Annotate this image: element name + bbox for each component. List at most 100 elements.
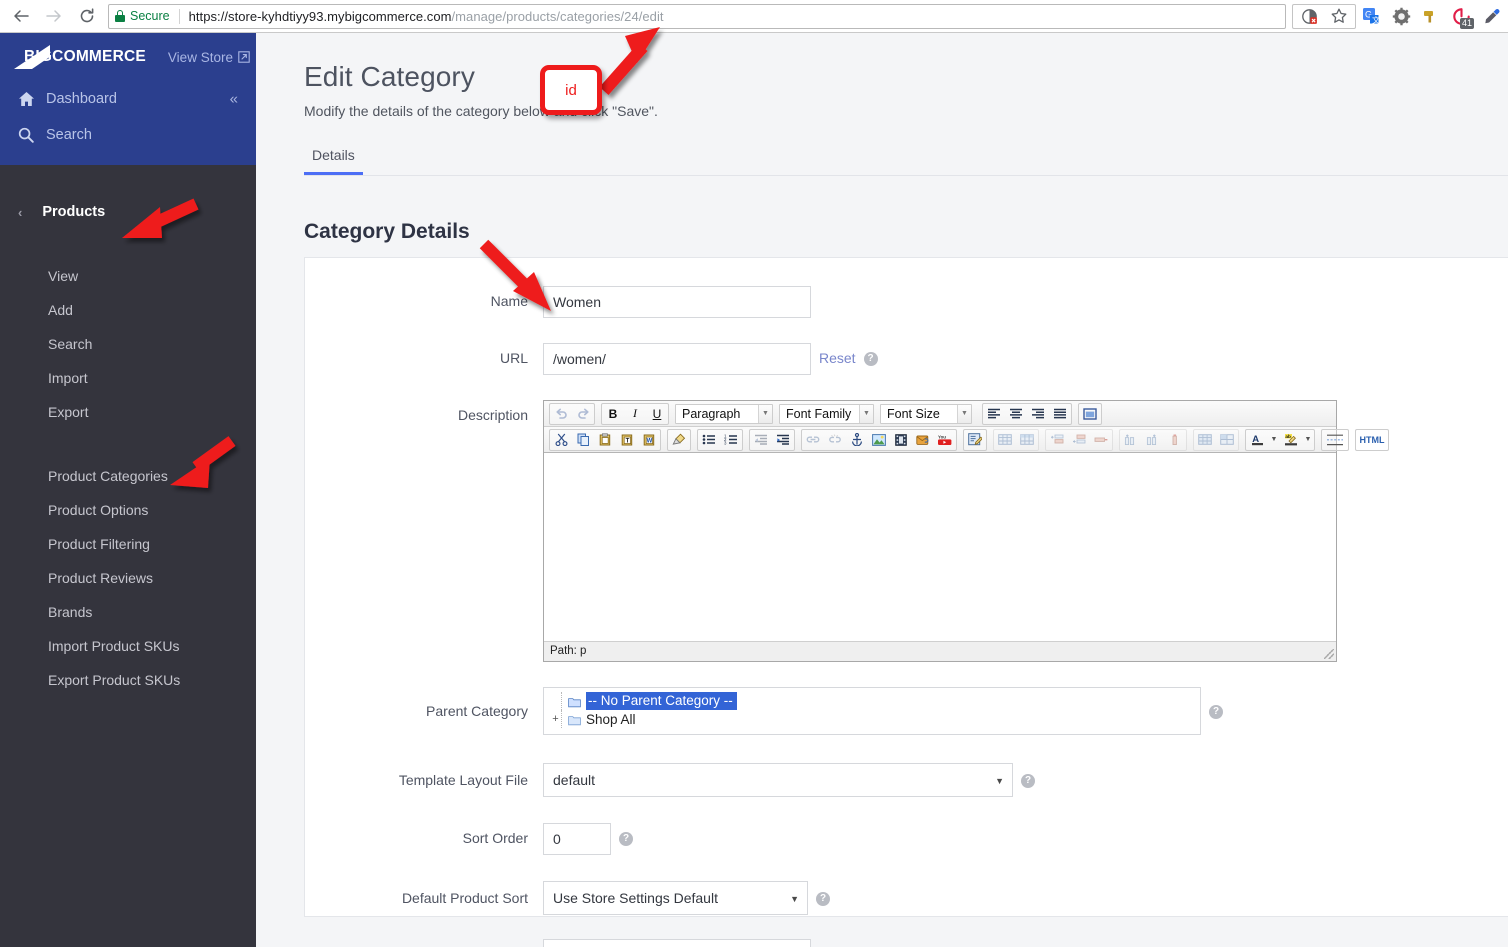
forward-arrow-icon[interactable]: [39, 2, 69, 30]
paste-text-icon[interactable]: T: [616, 430, 638, 450]
sort-order-input[interactable]: [543, 823, 611, 855]
sidebar-item-product-categories[interactable]: Product Categories: [0, 459, 256, 493]
description-editor-body[interactable]: [544, 453, 1336, 641]
chevron-left-icon[interactable]: ‹: [18, 205, 22, 220]
sidebar-item-import[interactable]: Import: [0, 361, 256, 395]
description-rich-text-editor[interactable]: B I U Paragraph ▼ Font Family ▼ Font Siz…: [543, 400, 1389, 662]
bigcommerce-logo[interactable]: BIGCOMMERCE: [12, 45, 146, 69]
undo-icon[interactable]: [550, 404, 572, 424]
col-before-icon[interactable]: [1120, 430, 1142, 450]
merge-cells-icon[interactable]: [1216, 430, 1238, 450]
tab-details[interactable]: Details: [304, 147, 363, 175]
bold-icon[interactable]: B: [602, 404, 624, 424]
gear-icon[interactable]: [1386, 2, 1416, 30]
fullscreen-icon[interactable]: [1079, 404, 1101, 424]
italic-icon[interactable]: I: [624, 404, 646, 424]
url-input[interactable]: [543, 343, 811, 375]
background-color-icon[interactable]: ab: [1280, 430, 1302, 450]
table-icon[interactable]: [994, 430, 1016, 450]
sort-order-help-icon[interactable]: ?: [619, 832, 633, 846]
parent-category-tree[interactable]: -- No Parent Category -- + Shop All: [543, 687, 1201, 735]
name-input[interactable]: [543, 286, 811, 318]
row-before-icon[interactable]: [1046, 430, 1068, 450]
sidebar-item-export[interactable]: Export: [0, 395, 256, 429]
paragraph-format-select[interactable]: Paragraph ▼: [675, 403, 773, 424]
unlink-icon[interactable]: [824, 430, 846, 450]
hammer-icon[interactable]: [1416, 2, 1446, 30]
youtube-icon[interactable]: You: [934, 430, 956, 450]
sidebar-item-brands[interactable]: Brands: [0, 595, 256, 629]
bullet-list-icon[interactable]: [698, 430, 720, 450]
col-after-icon[interactable]: [1142, 430, 1164, 450]
template-layout-help-icon[interactable]: ?: [1021, 774, 1035, 788]
align-justify-icon[interactable]: [1049, 404, 1071, 424]
indent-icon[interactable]: [772, 430, 794, 450]
anchor-icon[interactable]: [846, 430, 868, 450]
default-product-sort-select[interactable]: Use Store Settings Default: [543, 881, 808, 915]
template-layout-select[interactable]: default: [543, 763, 1013, 797]
bookmark-star-icon[interactable]: [1324, 2, 1354, 30]
insert-file-icon[interactable]: [912, 430, 934, 450]
sidebar-item-product-filtering[interactable]: Product Filtering: [0, 527, 256, 561]
copy-icon[interactable]: [572, 430, 594, 450]
default-product-sort-help-icon[interactable]: ?: [816, 892, 830, 906]
parent-category-help-icon[interactable]: ?: [1209, 705, 1223, 719]
delete-row-icon[interactable]: [1090, 430, 1112, 450]
underline-icon[interactable]: U: [646, 404, 668, 424]
insert-media-icon[interactable]: [890, 430, 912, 450]
back-arrow-icon[interactable]: [6, 2, 36, 30]
sidebar-item-search[interactable]: Search: [0, 117, 256, 153]
view-store-link[interactable]: View Store: [168, 50, 250, 65]
sidebar-item-view[interactable]: View: [0, 259, 256, 293]
tree-expander-icon[interactable]: +: [550, 713, 561, 725]
chevron-down-icon[interactable]: ▼: [859, 404, 873, 423]
delete-col-icon[interactable]: [1164, 430, 1186, 450]
chevron-down-icon[interactable]: ▼: [758, 404, 772, 423]
background-color-caret-icon[interactable]: ▼: [1302, 430, 1314, 450]
paste-word-icon[interactable]: W: [638, 430, 660, 450]
horizontal-rule-icon[interactable]: [1322, 430, 1348, 450]
edit-source-icon[interactable]: [964, 430, 986, 450]
outdent-icon[interactable]: [750, 430, 772, 450]
sidebar-item-import-product-skus[interactable]: Import Product SKUs: [0, 629, 256, 663]
font-size-select[interactable]: Font Size ▼: [880, 403, 972, 424]
insert-image-icon[interactable]: [868, 430, 890, 450]
align-right-icon[interactable]: [1027, 404, 1049, 424]
address-bar[interactable]: Secure https://store-kyhdtiyy93.mybigcom…: [108, 3, 1286, 29]
sidebar-item-add[interactable]: Add: [0, 293, 256, 327]
paste-icon[interactable]: [594, 430, 616, 450]
text-color-caret-icon[interactable]: ▼: [1268, 430, 1280, 450]
align-center-icon[interactable]: [1005, 404, 1027, 424]
sidebar-item-product-options[interactable]: Product Options: [0, 493, 256, 527]
row-after-icon[interactable]: [1068, 430, 1090, 450]
sidebar-item-dashboard[interactable]: Dashboard «: [0, 81, 256, 117]
cookie-blocked-icon[interactable]: [1294, 2, 1324, 30]
tree-item-no-parent[interactable]: -- No Parent Category --: [544, 692, 1200, 710]
table-props-icon[interactable]: [1016, 430, 1038, 450]
sidebar-item-product-reviews[interactable]: Product Reviews: [0, 561, 256, 595]
partial-next-input[interactable]: [543, 939, 811, 947]
url-help-icon[interactable]: ?: [863, 352, 878, 366]
sidebar-item-export-product-skus[interactable]: Export Product SKUs: [0, 663, 256, 697]
redo-icon[interactable]: [572, 404, 594, 424]
numbered-list-icon[interactable]: 123: [720, 430, 742, 450]
text-color-icon[interactable]: A: [1246, 430, 1268, 450]
sidebar-section-products[interactable]: ‹ Products: [0, 195, 256, 229]
eyedropper-icon[interactable]: [1476, 2, 1506, 30]
reload-icon[interactable]: [72, 2, 102, 30]
html-source-icon[interactable]: HTML: [1356, 430, 1388, 450]
font-family-select[interactable]: Font Family ▼: [779, 403, 874, 424]
chevron-down-icon[interactable]: ▼: [957, 404, 971, 423]
recorder-icon[interactable]: 41: [1446, 2, 1476, 30]
align-left-icon[interactable]: [983, 404, 1005, 424]
tree-item-shop-all[interactable]: + Shop All: [544, 710, 1200, 728]
reset-url-link[interactable]: Reset: [819, 343, 856, 366]
editor-resize-handle[interactable]: [1324, 649, 1334, 659]
translate-icon[interactable]: G文: [1356, 2, 1386, 30]
chevron-double-left-icon[interactable]: «: [230, 91, 238, 108]
split-cells-icon[interactable]: [1194, 430, 1216, 450]
remove-format-icon[interactable]: [668, 430, 690, 450]
cut-icon[interactable]: [550, 430, 572, 450]
security-indicator[interactable]: Secure: [115, 9, 179, 23]
sidebar-item-search-products[interactable]: Search: [0, 327, 256, 361]
